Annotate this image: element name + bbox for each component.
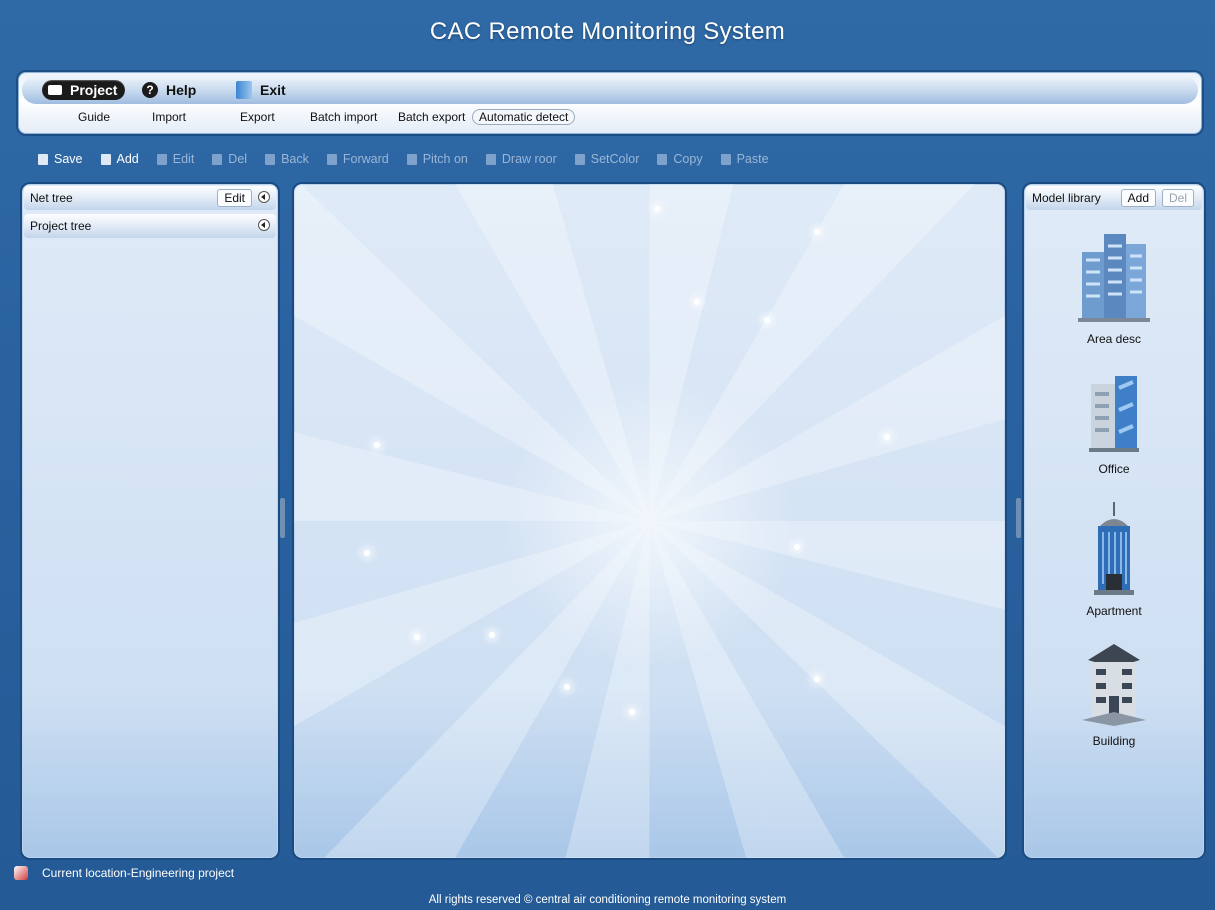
model-add-button[interactable]: Add (1120, 189, 1156, 207)
left-splitter-handle[interactable] (280, 498, 285, 538)
back-label: Back (281, 152, 309, 166)
drawing-canvas[interactable] (292, 182, 1007, 860)
edit-label: Edit (172, 152, 195, 166)
edit-icon (156, 153, 167, 165)
save-label: Save (54, 152, 83, 166)
canvas-background (294, 184, 1005, 858)
copy-button[interactable]: Copy (657, 152, 703, 166)
sparkle-decoration (884, 434, 890, 440)
model-area-desc[interactable]: Area desc (1024, 226, 1204, 346)
back-button[interactable]: Back (265, 152, 309, 166)
submenu-export[interactable]: Export (240, 110, 275, 124)
paste-label: Paste (736, 152, 769, 166)
sparkle-decoration (764, 317, 770, 323)
model-building[interactable]: Building (1024, 638, 1204, 748)
sparkle-decoration (364, 550, 370, 556)
left-panel: Net tree Edit Project tree (20, 182, 280, 860)
submenu-guide[interactable]: Guide (78, 110, 110, 124)
sparkle-decoration (694, 299, 700, 305)
draw-roor-label: Draw roor (501, 152, 557, 166)
menu-exit[interactable]: Exit (236, 80, 286, 100)
submenu-import[interactable]: Import (152, 110, 186, 124)
menu-panel: Project ? Help Exit Guide Import Export … (16, 70, 1204, 136)
sparkle-decoration (794, 544, 800, 550)
submenu-automatic-detect[interactable]: Automatic detect (472, 109, 576, 125)
draw-roor-button[interactable]: Draw roor (485, 152, 557, 166)
main-menu-bar: Project ? Help Exit (22, 76, 1198, 104)
right-panel: Model library Add Del Area desc Office A… (1022, 182, 1206, 860)
right-splitter-handle[interactable] (1016, 498, 1021, 538)
submenu: Guide Import Export Batch import Batch e… (18, 109, 1202, 128)
sparkle-decoration (489, 632, 495, 638)
help-icon: ? (142, 82, 158, 98)
pitch-on-label: Pitch on (422, 152, 468, 166)
submenu-batch-import[interactable]: Batch import (310, 110, 377, 124)
project-tree-header[interactable]: Project tree (24, 214, 276, 238)
sparkle-decoration (414, 634, 420, 640)
sparkle-decoration (629, 709, 635, 715)
sparkle-decoration (654, 206, 660, 212)
building-icon (1082, 644, 1146, 726)
model-apartment-label: Apartment (1086, 604, 1142, 618)
copy-label: Copy (673, 152, 703, 166)
location-icon (14, 866, 28, 880)
delete-label: Del (228, 152, 248, 166)
model-del-button[interactable]: Del (1161, 189, 1194, 207)
menu-help[interactable]: ? Help (142, 80, 196, 100)
sparkle-decoration (564, 684, 570, 690)
exit-icon (236, 81, 252, 99)
menu-help-label: Help (166, 82, 197, 98)
model-area-desc-label: Area desc (1086, 332, 1142, 346)
save-icon (38, 153, 48, 165)
menu-exit-label: Exit (260, 82, 286, 98)
save-button[interactable]: Save (38, 152, 83, 166)
project-tree-label: Project tree (30, 219, 92, 233)
forward-label: Forward (342, 152, 389, 166)
delete-icon (212, 153, 223, 165)
menu-project-label: Project (70, 82, 118, 98)
edit-button[interactable]: Edit (156, 152, 195, 166)
model-library-label: Model library (1032, 191, 1101, 205)
copy-icon (657, 153, 668, 165)
model-library-header: Model library Add Del (1026, 186, 1202, 210)
current-location: Current location-Engineering project (14, 866, 234, 880)
submenu-batch-export[interactable]: Batch export (398, 110, 465, 124)
sparkle-decoration (374, 442, 380, 448)
model-building-label: Building (1092, 734, 1136, 748)
net-tree-label: Net tree (30, 191, 73, 205)
pitch-on-button[interactable]: Pitch on (406, 152, 468, 166)
add-label: Add (116, 152, 139, 166)
paste-button[interactable]: Paste (720, 152, 769, 166)
apartment-icon (1094, 502, 1134, 595)
setcolor-label: SetColor (590, 152, 640, 166)
net-tree-header[interactable]: Net tree Edit (24, 186, 276, 210)
app-title: CAC Remote Monitoring System (429, 18, 786, 45)
collapse-icon[interactable] (258, 191, 270, 203)
sparkle-decoration (814, 229, 820, 235)
add-icon (100, 153, 111, 165)
model-office-label: Office (1098, 462, 1130, 476)
project-icon (48, 85, 62, 95)
footer-copyright: All rights reserved © central air condit… (428, 894, 787, 906)
sparkle-decoration (814, 676, 820, 682)
draw-icon (485, 153, 496, 165)
back-icon (265, 153, 276, 165)
office-building-icon (1089, 376, 1139, 452)
current-location-label: Current location-Engineering project (42, 866, 235, 880)
forward-button[interactable]: Forward (326, 152, 389, 166)
color-icon (574, 153, 585, 165)
towers-icon (1078, 234, 1150, 322)
collapse-icon[interactable] (258, 219, 270, 231)
forward-icon (326, 153, 337, 165)
model-apartment[interactable]: Apartment (1024, 500, 1204, 618)
setcolor-button[interactable]: SetColor (574, 152, 640, 166)
net-tree-edit-button[interactable]: Edit (217, 189, 252, 207)
delete-button[interactable]: Del (212, 152, 247, 166)
paste-icon (720, 153, 731, 165)
toolbar: Save Add Edit Del Back Forward Pitch on … (38, 150, 787, 168)
menu-project[interactable]: Project (42, 80, 126, 100)
model-office[interactable]: Office (1024, 366, 1204, 476)
pointer-icon (406, 153, 417, 165)
add-button[interactable]: Add (100, 152, 139, 166)
